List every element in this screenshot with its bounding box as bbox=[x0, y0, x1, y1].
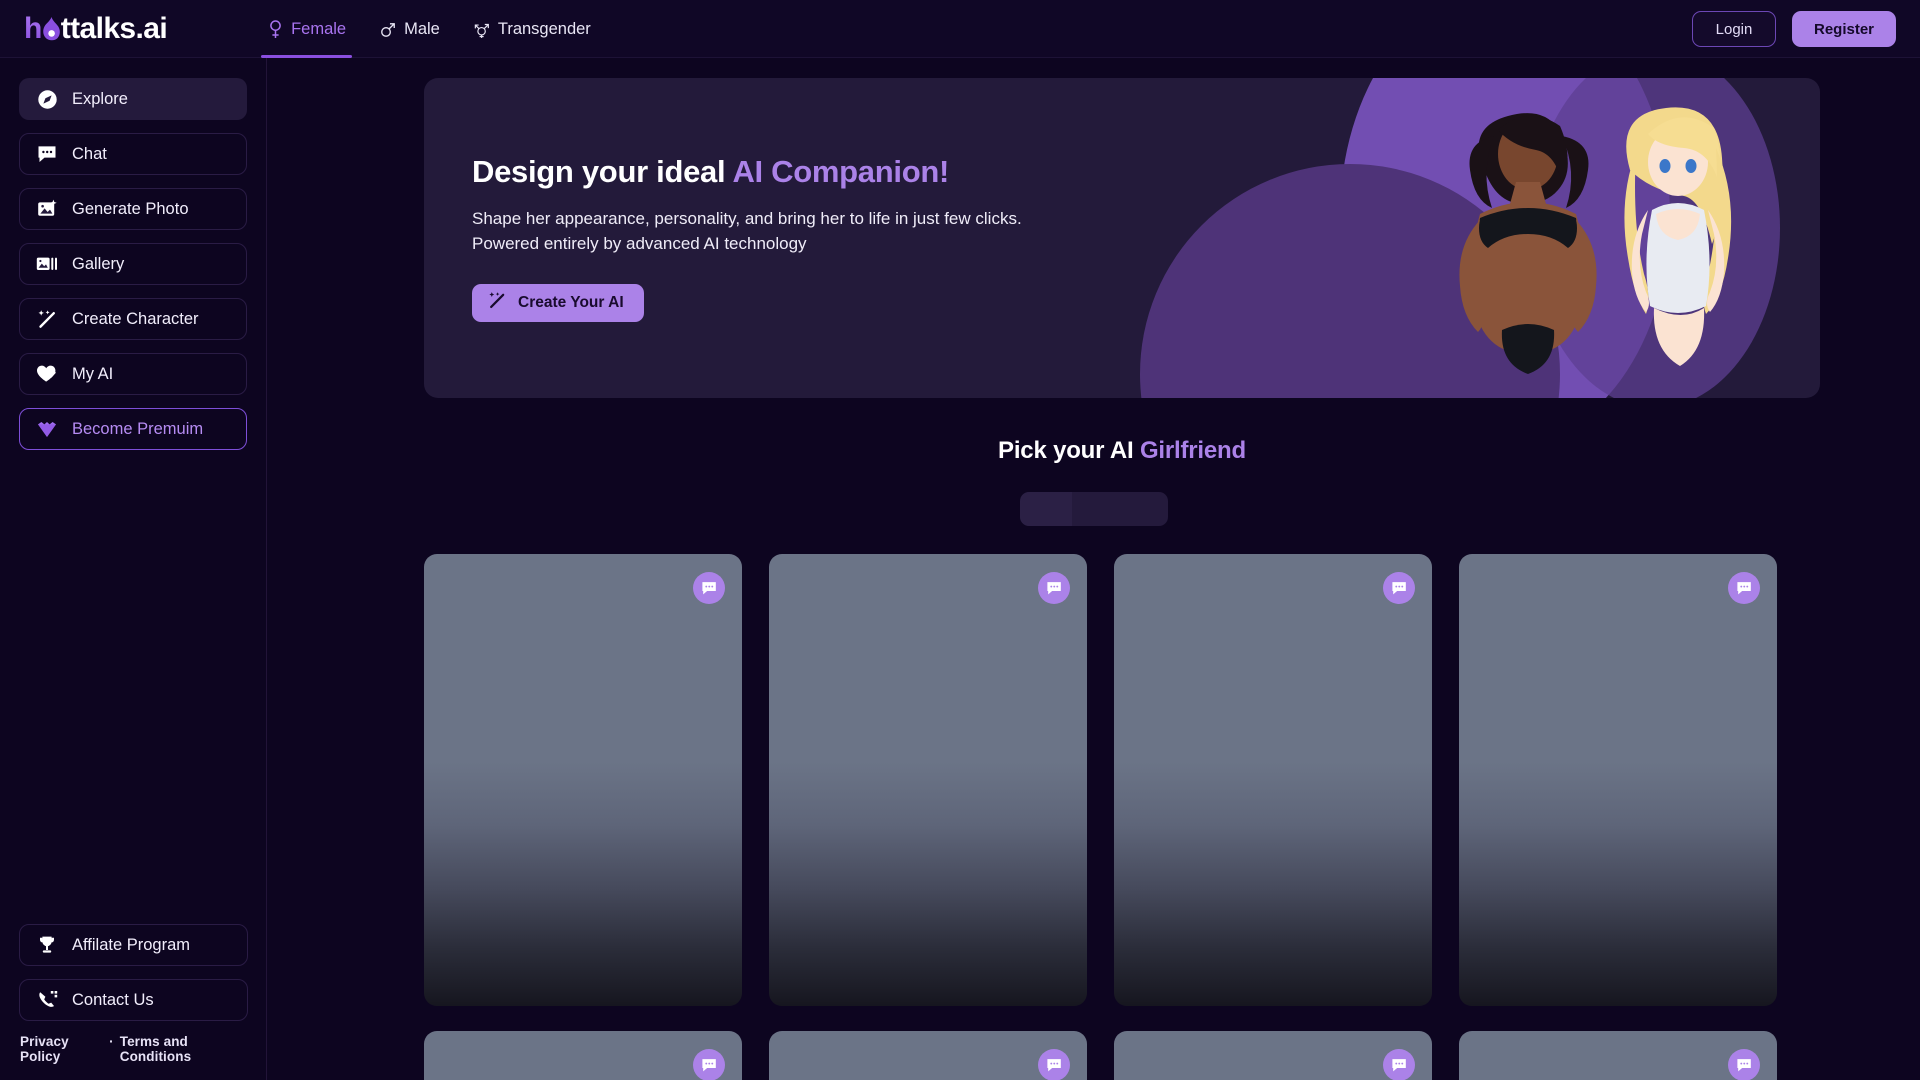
tab-transgender[interactable]: Transgender bbox=[474, 0, 591, 58]
sidebar-item-label: Become Premuim bbox=[72, 419, 204, 438]
create-your-ai-button[interactable]: Create Your AI bbox=[472, 284, 644, 323]
sidebar-item-become-premium[interactable]: Become Premuim bbox=[19, 408, 247, 450]
sidebar-item-label: Explore bbox=[72, 89, 128, 108]
sidebar-item-gallery[interactable]: Gallery bbox=[19, 243, 247, 285]
sidebar-footer-links: Privacy Policy · Terms and Conditions bbox=[19, 1034, 248, 1064]
phone-icon bbox=[36, 989, 58, 1011]
sidebar-item-label: Contact Us bbox=[72, 990, 154, 1009]
logo-suffix: ttalks.ai bbox=[60, 11, 168, 45]
pick-your-ai-title: Pick your AI Girlfriend bbox=[424, 437, 1820, 465]
pick-title-plain: Pick your AI bbox=[998, 437, 1140, 464]
character-card[interactable] bbox=[1459, 554, 1777, 1006]
logo-prefix: h bbox=[24, 11, 42, 45]
hero-copy: Design your ideal AI Companion! Shape he… bbox=[424, 78, 1820, 323]
heart-check-icon bbox=[36, 363, 58, 385]
chat-bubble-icon bbox=[36, 143, 58, 165]
sidebar-item-my-ai[interactable]: My AI bbox=[19, 353, 247, 395]
sidebar-item-chat[interactable]: Chat bbox=[19, 133, 247, 175]
magic-wand-icon bbox=[36, 308, 58, 330]
mars-icon bbox=[380, 20, 396, 40]
sidebar-item-generate-photo[interactable]: Generate Photo bbox=[19, 188, 247, 230]
compass-icon bbox=[36, 88, 58, 110]
category-toggle-placeholder[interactable] bbox=[1019, 492, 1168, 526]
create-your-ai-label: Create Your AI bbox=[518, 294, 624, 312]
hero-title-plain: Design your ideal bbox=[472, 154, 733, 189]
sidebar: Explore Chat Generate Photo Gallery Crea… bbox=[0, 58, 267, 1080]
venus-icon bbox=[267, 20, 283, 40]
tab-male[interactable]: Male bbox=[380, 0, 440, 58]
chat-bubble-icon[interactable] bbox=[1728, 572, 1760, 604]
sidebar-item-label: Generate Photo bbox=[72, 199, 189, 218]
chat-bubble-icon[interactable] bbox=[1038, 572, 1070, 604]
brand-logo[interactable]: h ttalks.ai bbox=[24, 11, 168, 46]
sidebar-item-explore[interactable]: Explore bbox=[19, 78, 247, 120]
hero-banner: Design your ideal AI Companion! Shape he… bbox=[424, 78, 1820, 398]
pick-title-accent: Girlfriend bbox=[1139, 437, 1246, 464]
sidebar-menu: Explore Chat Generate Photo Gallery Crea… bbox=[0, 58, 266, 450]
hero-subtitle: Shape her appearance, personality, and b… bbox=[472, 207, 1820, 256]
tab-transgender-label: Transgender bbox=[497, 20, 591, 38]
gender-tabs: Female Male Transgender bbox=[261, 0, 591, 58]
character-card-grid bbox=[424, 554, 1820, 1080]
chat-bubble-icon[interactable] bbox=[1383, 572, 1415, 604]
chat-bubble-icon[interactable] bbox=[1728, 1049, 1760, 1080]
chat-bubble-icon[interactable] bbox=[1038, 1049, 1070, 1080]
character-card[interactable] bbox=[1459, 1031, 1777, 1080]
character-card[interactable] bbox=[1114, 554, 1432, 1006]
diamond-icon bbox=[36, 418, 58, 440]
chat-bubble-icon[interactable] bbox=[1383, 1049, 1415, 1080]
character-card[interactable] bbox=[769, 554, 1087, 1006]
sidebar-item-label: Chat bbox=[72, 144, 107, 163]
transgender-icon bbox=[474, 20, 490, 40]
tab-female[interactable]: Female bbox=[261, 0, 353, 58]
tab-male-label: Male bbox=[404, 20, 440, 38]
image-sparkle-icon bbox=[36, 198, 58, 220]
sidebar-item-create-character[interactable]: Create Character bbox=[19, 298, 247, 340]
flame-icon bbox=[42, 14, 61, 44]
category-toggle-active-segment[interactable] bbox=[1019, 492, 1072, 526]
character-card[interactable] bbox=[424, 1031, 742, 1080]
trophy-icon bbox=[36, 934, 58, 956]
top-navigation-bar: h ttalks.ai Female Male Transgender Logi… bbox=[0, 0, 1920, 58]
sidebar-item-label: Create Character bbox=[72, 309, 199, 328]
sidebar-item-affiliate-program[interactable]: Affilate Program bbox=[19, 924, 248, 966]
register-button[interactable]: Register bbox=[1792, 11, 1896, 47]
hero-subtitle-line-2: Powered entirely by advanced AI technolo… bbox=[472, 233, 807, 253]
chat-bubble-icon[interactable] bbox=[693, 1049, 725, 1080]
sidebar-item-label: My AI bbox=[72, 364, 114, 383]
footer-separator: · bbox=[109, 1034, 114, 1049]
gallery-icon bbox=[36, 253, 58, 275]
terms-and-conditions-link[interactable]: Terms and Conditions bbox=[120, 1034, 248, 1064]
character-card[interactable] bbox=[769, 1031, 1087, 1080]
sidebar-item-label: Gallery bbox=[72, 254, 125, 273]
chat-bubble-icon[interactable] bbox=[693, 572, 725, 604]
character-card[interactable] bbox=[1114, 1031, 1432, 1080]
sidebar-item-contact-us[interactable]: Contact Us bbox=[19, 979, 248, 1021]
main-content: Design your ideal AI Companion! Shape he… bbox=[267, 58, 1920, 1080]
hero-title: Design your ideal AI Companion! bbox=[472, 154, 1820, 190]
magic-wand-icon bbox=[488, 291, 507, 315]
sidebar-bottom-menu: Affilate Program Contact Us Privacy Poli… bbox=[19, 924, 248, 1064]
sidebar-item-label: Affilate Program bbox=[72, 935, 190, 954]
auth-buttons: Login Register bbox=[1692, 11, 1896, 47]
privacy-policy-link[interactable]: Privacy Policy bbox=[20, 1034, 103, 1064]
character-card[interactable] bbox=[424, 554, 742, 1006]
hero-title-accent: AI Companion! bbox=[732, 154, 949, 189]
hero-subtitle-line-1: Shape her appearance, personality, and b… bbox=[472, 209, 1022, 228]
tab-female-label: Female bbox=[291, 20, 347, 38]
login-button[interactable]: Login bbox=[1692, 11, 1776, 47]
